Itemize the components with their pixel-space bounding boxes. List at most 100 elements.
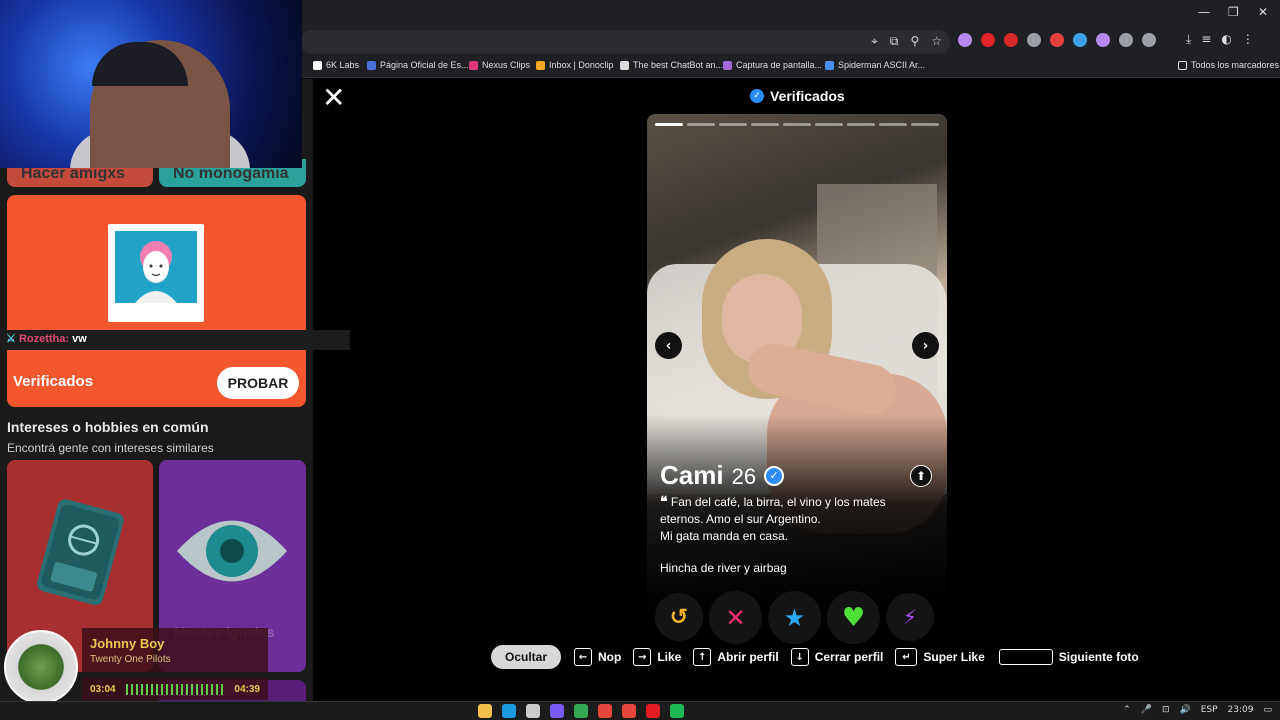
taskbar-app-icon[interactable] xyxy=(574,704,588,718)
verified-category-card[interactable]: Verificados PROBAR xyxy=(7,195,306,407)
windows-taskbar: ⌃ 🎤 ⊡ 🔊 ESP 23:09 ▭ xyxy=(0,701,1280,720)
extension-icon[interactable] xyxy=(1142,33,1156,47)
shortcut-open-profile: ↑ Abrir perfil xyxy=(693,648,779,666)
close-icon[interactable]: ✕ xyxy=(322,84,345,112)
super-like-button[interactable]: ★ xyxy=(768,591,821,644)
keyboard-shortcuts: Ocultar ← Nop → Like ↑ Abrir perfil ↓ Cerrar… xyxy=(491,645,1151,669)
chat-text: vw xyxy=(72,333,87,345)
taskbar-app-icon[interactable] xyxy=(622,704,636,718)
taskbar-app-icon[interactable] xyxy=(502,704,516,718)
track-title: Johnny Boy xyxy=(90,636,165,651)
network-icon[interactable]: ⊡ xyxy=(1162,705,1170,715)
photo-progress-segment[interactable] xyxy=(751,123,779,126)
location-icon[interactable]: ⌖ xyxy=(871,34,878,49)
enter-key-icon: ↵ xyxy=(895,648,918,666)
bookmark-item[interactable]: Página Oficial de Es... xyxy=(367,60,469,70)
language-indicator[interactable]: ESP xyxy=(1201,705,1218,715)
bookmark-favicon-icon xyxy=(723,60,732,70)
taskbar-apps xyxy=(478,704,684,718)
nope-button[interactable]: ✕ xyxy=(709,591,762,644)
taskbar-app-icon[interactable] xyxy=(670,704,684,718)
taskbar-app-icon[interactable] xyxy=(550,704,564,718)
bookmark-favicon-icon xyxy=(536,60,545,70)
explore-sidebar: Hacer amigxs No monogamia Verificados PR… xyxy=(0,79,313,701)
tab-menu-icon[interactable]: ≡ xyxy=(1201,32,1211,47)
now-playing-timeline: 03:04 04:39 xyxy=(82,678,268,700)
omnibox[interactable]: ⌖ ⧉ ⚲ ☆ xyxy=(300,30,950,54)
taskbar-app-icon[interactable] xyxy=(646,704,660,718)
right-arrow-key-icon: → xyxy=(633,648,652,666)
photo-progress-segment[interactable] xyxy=(815,123,843,126)
bookmark-favicon-icon xyxy=(367,60,376,70)
extension-icon[interactable] xyxy=(1073,33,1087,47)
like-button[interactable]: ♥ xyxy=(827,591,880,644)
taskbar-app-icon[interactable] xyxy=(478,704,492,718)
bookmark-item[interactable]: The best ChatBot an... xyxy=(620,60,723,70)
download-icon[interactable]: ⤓ xyxy=(1186,32,1191,47)
microphone-icon[interactable]: 🎤 xyxy=(1141,705,1152,715)
interests-section-title: Intereses o hobbies en común xyxy=(7,419,209,435)
taskbar-app-icon[interactable] xyxy=(526,704,540,718)
bookmark-item[interactable]: Inbox | Donoclip xyxy=(536,60,613,70)
profile-card[interactable]: ‹ › Cami 26 ✓ ⬆ ❝ Fan del café, la birra… xyxy=(647,114,947,614)
album-art xyxy=(4,630,78,704)
bookmark-item[interactable]: Captura de pantalla... xyxy=(723,60,822,70)
chat-username: Rozettha: xyxy=(18,333,70,345)
extension-icon[interactable] xyxy=(958,33,972,47)
volume-icon[interactable]: 🔊 xyxy=(1180,705,1191,715)
bio-line: Mi gata manda en casa. xyxy=(660,529,789,543)
profile-avatar-icon[interactable]: ◐ xyxy=(1221,32,1231,47)
extension-icon[interactable] xyxy=(1004,33,1018,47)
extension-icon[interactable] xyxy=(1027,33,1041,47)
extension-icon[interactable] xyxy=(1050,33,1064,47)
bookmark-item[interactable]: 6K Labs xyxy=(313,60,359,70)
clock[interactable]: 23:09 xyxy=(1228,705,1254,715)
shortcut-nope: ← Nop xyxy=(574,648,621,666)
photo-progress-segment[interactable] xyxy=(719,123,747,126)
verified-check-icon: ✓ xyxy=(764,465,785,486)
shortcut-close-profile: ↓ Cerrar perfil xyxy=(790,648,883,666)
rewind-icon: ↺ xyxy=(669,604,689,630)
profile-name: Cami xyxy=(660,460,724,490)
extensions-bar xyxy=(958,33,1156,47)
all-bookmarks-button[interactable]: Todos los marcadores xyxy=(1178,60,1279,70)
open-profile-icon[interactable]: ⬆ xyxy=(910,465,932,487)
hide-shortcuts-button[interactable]: Ocultar xyxy=(491,645,561,669)
boost-button[interactable]: ⚡ xyxy=(886,593,934,641)
verified-header-label: Verificados xyxy=(770,88,845,104)
photo-progress-segment[interactable] xyxy=(655,123,683,126)
nope-icon: ✕ xyxy=(725,603,746,632)
notifications-icon[interactable]: ▭ xyxy=(1263,705,1272,715)
extension-icon[interactable] xyxy=(1119,33,1133,47)
maximize-icon[interactable]: ❐ xyxy=(1228,5,1239,19)
photo-progress-segment[interactable] xyxy=(879,123,907,126)
photo-progress-segment[interactable] xyxy=(687,123,715,126)
extension-icon[interactable] xyxy=(981,33,995,47)
heart-icon: ♥ xyxy=(841,602,866,633)
folder-icon xyxy=(1178,60,1187,70)
photo-progress-segment[interactable] xyxy=(783,123,811,126)
bio-line: Fan del café, la birra, el vino y los ma… xyxy=(670,495,886,509)
cast-icon[interactable]: ⧉ xyxy=(890,34,899,49)
try-button[interactable]: PROBAR xyxy=(217,367,299,399)
profile-age: 26 xyxy=(731,464,757,489)
next-photo-icon[interactable]: › xyxy=(912,332,939,359)
tray-overflow-icon[interactable]: ⌃ xyxy=(1123,705,1131,715)
profile-bio: ❝ Fan del café, la birra, el vino y los … xyxy=(660,493,930,545)
close-window-icon[interactable]: ✕ xyxy=(1258,5,1268,19)
zoom-icon[interactable]: ⚲ xyxy=(910,34,919,49)
taskbar-app-icon[interactable] xyxy=(598,704,612,718)
interests-section-subtitle: Encontrá gente con intereses similares xyxy=(7,441,214,455)
photo-progress-segment[interactable] xyxy=(911,123,939,126)
bookmark-star-icon[interactable]: ☆ xyxy=(931,34,942,49)
minimize-icon[interactable]: — xyxy=(1198,5,1210,19)
bookmark-item[interactable]: Spiderman ASCII Ar... xyxy=(825,60,925,70)
profile-name-row: Cami 26 ✓ xyxy=(660,460,785,491)
extension-icon[interactable] xyxy=(1096,33,1110,47)
bookmark-item[interactable]: Nexus Clips xyxy=(469,60,530,70)
browser-menu-icon[interactable]: ⋮ xyxy=(1242,32,1254,47)
photo-progress-segment[interactable] xyxy=(847,123,875,126)
previous-photo-icon[interactable]: ‹ xyxy=(655,332,682,359)
rewind-button[interactable]: ↺ xyxy=(655,593,703,641)
profile-extra-info: Hincha de river y airbag xyxy=(660,561,787,575)
